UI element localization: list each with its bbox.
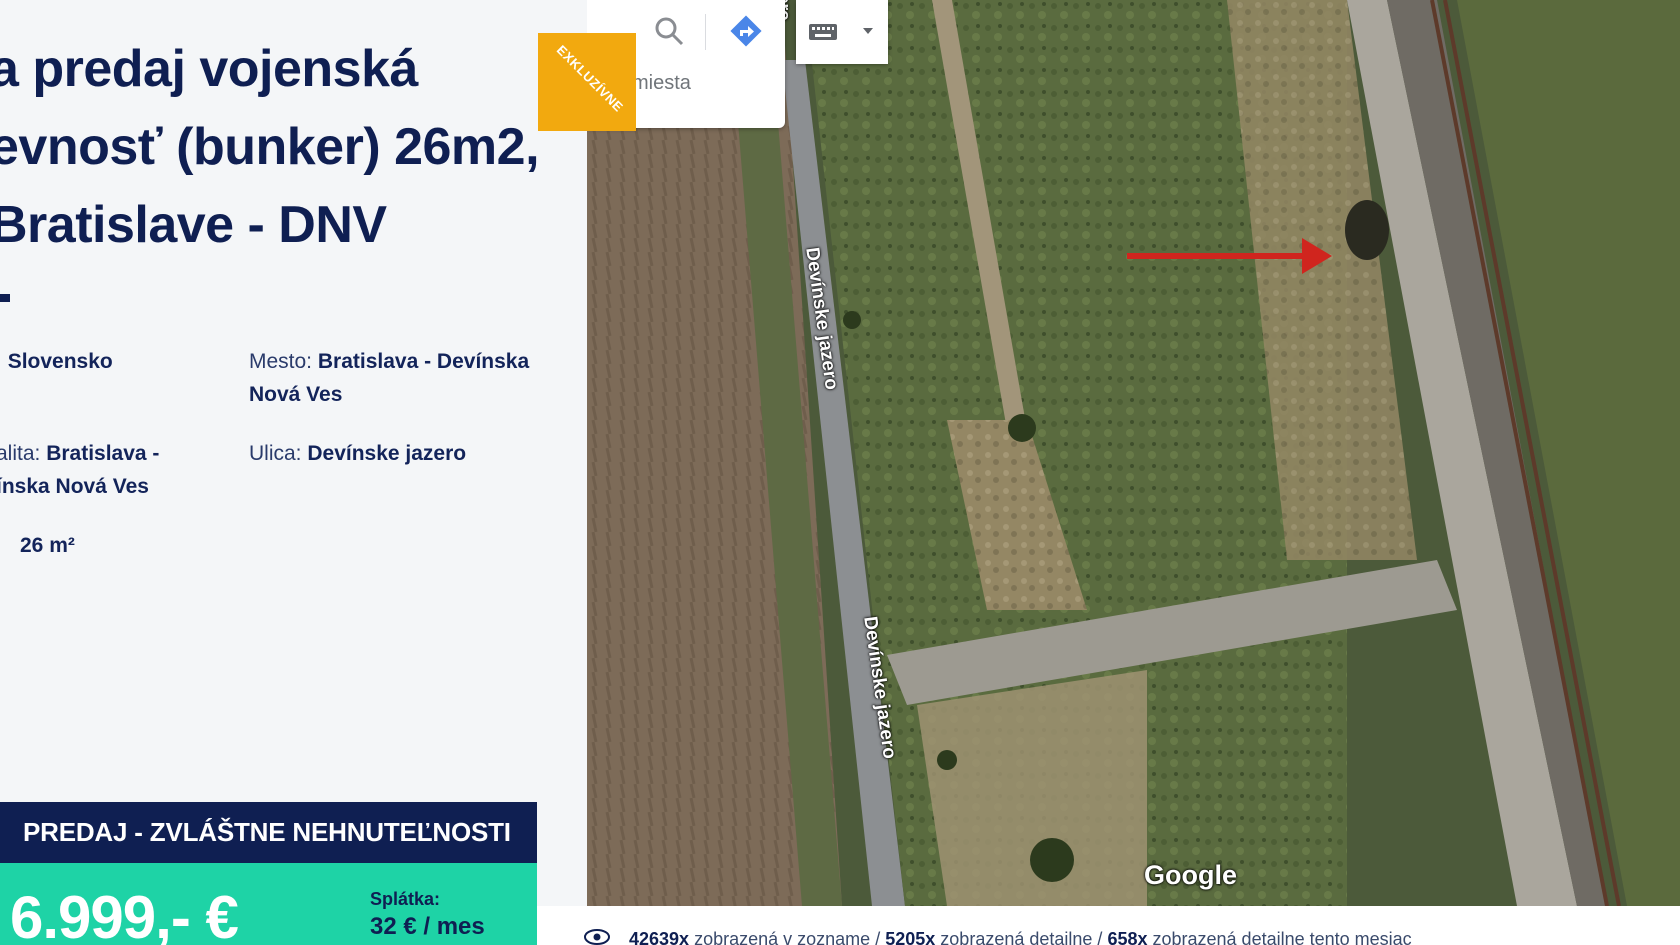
caret-down-icon[interactable] — [863, 28, 873, 34]
keyboard-icon[interactable] — [809, 24, 837, 40]
locality-label: alita: — [0, 442, 41, 465]
locality-value-2: ínska Nová Ves — [0, 475, 149, 498]
property-locality: alita: Bratislava - ínska Nová Ves — [0, 437, 226, 503]
locality-value-1: Bratislava - — [46, 442, 160, 465]
view-stats-bar: 42639x zobrazená v zozname / 5205x zobra… — [537, 906, 1680, 945]
month-views-text: zobrazená detailne tento mesiac — [1152, 929, 1412, 945]
title-line-1: a predaj vojenská — [0, 40, 418, 98]
installment-value: 32 € / mes — [370, 913, 485, 940]
category-banner: PREDAJ - ZVLÁŠTNE NEHNUTEĽNOSTI — [0, 802, 537, 863]
property-area: 26 m² — [20, 534, 75, 557]
exclusive-badge-label: EXKLUZÍVNE — [553, 42, 627, 115]
title-line-3: Bratislave - DNV — [0, 196, 387, 254]
search-separator — [705, 14, 706, 50]
property-street: Ulica: Devínske jazero — [249, 437, 549, 470]
price-box: 6.999,- € Splátka: 32 € / mes — [0, 863, 537, 945]
google-logo: Google — [1144, 860, 1237, 890]
list-views-text: zobrazená v zozname / — [694, 929, 881, 945]
property-city: Mesto: Bratislava - Devínska Nová Ves — [249, 345, 549, 411]
title-line-2: evnosť (bunker) 26m2, — [0, 118, 540, 176]
country-label: : — [0, 350, 2, 373]
property-country: : Slovensko — [0, 345, 226, 378]
input-tools-button[interactable] — [796, 0, 888, 64]
listing-title: a predaj vojenská evnosť (bunker) 26m2, … — [0, 30, 550, 264]
listing-panel: a predaj vojenská evnosť (bunker) 26m2, … — [0, 0, 587, 945]
country-value: Slovensko — [7, 350, 113, 373]
city-label: Mesto: — [249, 350, 313, 373]
directions-icon[interactable] — [727, 12, 765, 50]
view-stats-text: 42639x zobrazená v zozname / 5205x zobra… — [629, 928, 1412, 945]
list-views-count: 42639x — [629, 929, 690, 945]
search-hint: miesta — [632, 72, 691, 94]
eye-icon — [584, 929, 610, 945]
street-value: Devínske jazero — [307, 442, 467, 465]
title-accent-bar — [0, 294, 10, 302]
search-icon[interactable] — [652, 14, 686, 48]
map-terrain — [587, 0, 1680, 906]
month-views-count: 658x — [1107, 929, 1148, 945]
price-value: 6.999,- € — [10, 884, 239, 945]
satellite-map[interactable]: ero Devínske jazero Devínske jazero Goog… — [587, 0, 1680, 906]
detail-views-text: zobrazená detailne / — [940, 929, 1103, 945]
installment-label: Splátka: — [370, 889, 441, 909]
exclusive-badge: EXKLUZÍVNE — [538, 33, 636, 131]
street-label: Ulica: — [249, 442, 302, 465]
detail-views-count: 5205x — [885, 929, 936, 945]
